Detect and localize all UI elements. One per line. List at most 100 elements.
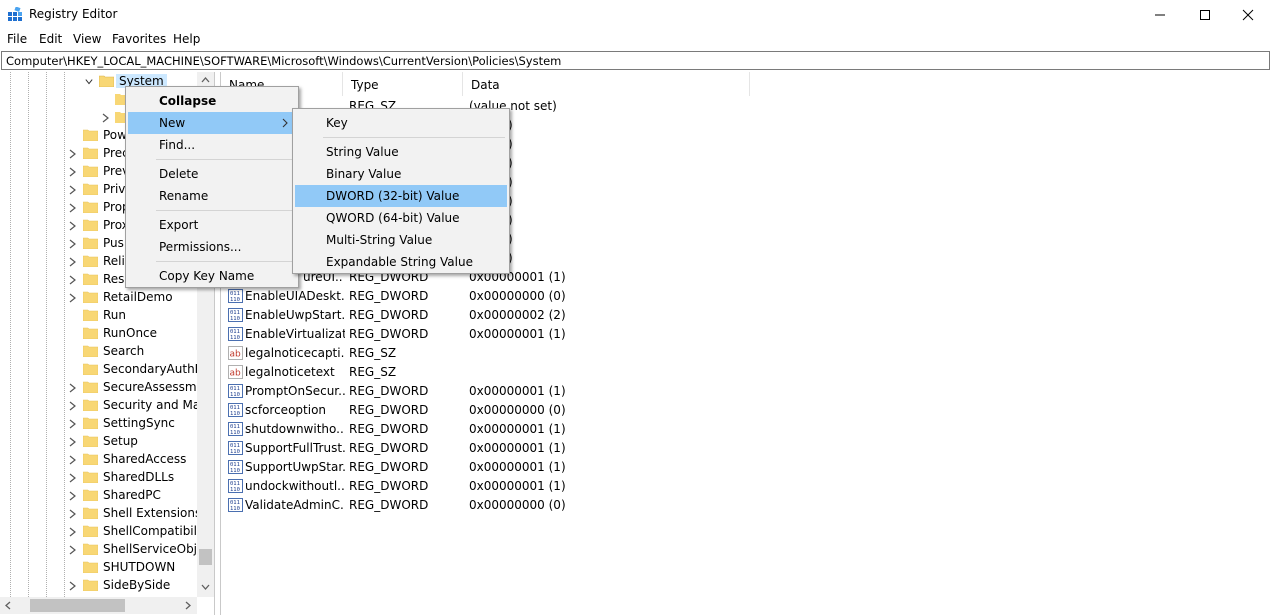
tree-item[interactable]: SharedAccess — [64, 451, 199, 469]
value-data: 0x00000001 (1) — [469, 422, 566, 436]
menu-item-collapse[interactable]: Collapse — [128, 90, 296, 112]
chevron-right-icon[interactable] — [69, 545, 77, 555]
menu-item-copy-key-name[interactable]: Copy Key Name — [128, 265, 296, 287]
value-row[interactable]: 011 110 EnableUwpStart... REG_DWORD 0x000000… — [221, 306, 1271, 325]
tree-item[interactable]: Security and Main — [64, 397, 211, 415]
tree-item-label: Security and Main — [103, 398, 212, 412]
folder-icon — [83, 183, 98, 195]
chevron-right-icon[interactable] — [69, 221, 77, 231]
column-header-type[interactable]: Type — [343, 72, 463, 96]
tree-item-child[interactable] — [100, 91, 130, 109]
minimize-icon — [1155, 14, 1165, 16]
value-row[interactable]: ab legalnoticecapti... REG_SZ — [221, 344, 1271, 363]
chevron-right-icon[interactable] — [69, 527, 77, 537]
tree-item[interactable]: SharedPC — [64, 487, 199, 505]
chevron-down-icon[interactable] — [85, 77, 93, 87]
chevron-right-icon[interactable] — [69, 275, 77, 285]
chevron-right-icon[interactable] — [69, 401, 77, 411]
tree-item[interactable]: SecureAssessment — [64, 379, 214, 397]
value-name: undockwithoutl... — [245, 479, 345, 493]
menu-item-new[interactable]: New — [128, 112, 296, 134]
menu-favorites[interactable]: Favorites — [112, 32, 166, 46]
tree-scroll-thumb[interactable] — [199, 549, 212, 565]
chevron-right-icon[interactable] — [69, 581, 77, 591]
submenu-item-qword-value[interactable]: QWORD (64-bit) Value — [295, 207, 507, 229]
tree-item[interactable]: Search — [64, 343, 199, 361]
maximize-button[interactable] — [1182, 0, 1228, 30]
maximize-icon — [1200, 10, 1210, 20]
value-row[interactable]: 011 110 SupportFullTrust... REG_DWORD 0x0000… — [221, 439, 1271, 458]
chevron-right-icon[interactable] — [69, 185, 77, 195]
chevron-right-icon[interactable] — [69, 455, 77, 465]
value-row[interactable]: 011 110 PromptOnSecur... REG_DWORD 0x0000000… — [221, 382, 1271, 401]
submenu-item-string-value[interactable]: String Value — [295, 141, 507, 163]
value-row[interactable]: 011 110 EnableUIADeskt... REG_DWORD 0x000000… — [221, 287, 1271, 306]
close-button[interactable] — [1225, 0, 1271, 30]
chevron-right-icon[interactable] — [69, 509, 77, 519]
tree-item[interactable]: SecondaryAuthFa — [64, 361, 208, 379]
tree-item[interactable]: SettingSync — [64, 415, 199, 433]
menu-item-find[interactable]: Find... — [128, 134, 296, 156]
value-row[interactable]: 011 110 scforceoption REG_DWORD 0x00000000 (… — [221, 401, 1271, 420]
minimize-button[interactable] — [1137, 0, 1183, 30]
chevron-right-icon[interactable] — [102, 113, 110, 123]
tree-item-label: SHUTDOWN — [103, 560, 176, 574]
svg-text:110: 110 — [230, 411, 240, 417]
menu-help[interactable]: Help — [173, 32, 200, 46]
chevron-right-icon[interactable] — [69, 149, 77, 159]
address-bar[interactable]: Computer\HKEY_LOCAL_MACHINE\SOFTWARE\Mic… — [1, 51, 1270, 70]
menu-item-delete[interactable]: Delete — [128, 163, 296, 185]
submenu-item-binary-value[interactable]: Binary Value — [295, 163, 507, 185]
scroll-right-icon[interactable] — [185, 601, 191, 610]
submenu-item-expandable-string-value[interactable]: Expandable String Value — [295, 251, 507, 273]
scroll-left-icon[interactable] — [5, 601, 11, 610]
tree-hscroll-thumb[interactable] — [30, 599, 125, 612]
scroll-up-icon[interactable] — [201, 77, 210, 83]
tree-item[interactable]: SharedDLLs — [64, 469, 199, 487]
chevron-right-icon[interactable] — [69, 293, 77, 303]
tree-item[interactable]: RetailDemo — [64, 289, 199, 307]
value-row[interactable]: ab legalnoticetext REG_SZ — [221, 363, 1271, 382]
tree-item[interactable]: Shell Extensions — [64, 505, 201, 523]
tree-item-label: ShellCompatibility — [103, 524, 213, 538]
tree-item-label: ShellServiceObjec — [103, 542, 211, 556]
value-row[interactable]: 011 110 ValidateAdminC... REG_DWORD 0x000000… — [221, 496, 1271, 515]
chevron-right-icon[interactable] — [69, 419, 77, 429]
submenu-item-dword-value[interactable]: DWORD (32-bit) Value — [295, 185, 507, 207]
tree-item[interactable]: ShellCompatibility — [64, 523, 212, 541]
submenu-item-multi-string-value[interactable]: Multi-String Value — [295, 229, 507, 251]
menu-item-export[interactable]: Export — [128, 214, 296, 236]
tree-item[interactable]: SideBySide — [64, 577, 199, 595]
tree-item[interactable]: ShellServiceObjec — [64, 541, 211, 559]
chevron-right-icon[interactable] — [69, 203, 77, 213]
chevron-right-icon[interactable] — [69, 473, 77, 483]
chevron-right-icon[interactable] — [69, 239, 77, 249]
chevron-right-icon[interactable] — [69, 167, 77, 177]
value-row[interactable]: 011 110 SupportUwpStar... REG_DWORD 0x000000… — [221, 458, 1271, 477]
value-data: 0x00000001 (1) — [469, 384, 566, 398]
value-data: 0x00000002 (2) — [469, 308, 566, 322]
chevron-right-icon[interactable] — [69, 437, 77, 447]
menu-view[interactable]: View — [73, 32, 101, 46]
tree-item-child[interactable] — [100, 109, 130, 127]
column-header-data[interactable]: Data — [463, 72, 750, 96]
menu-separator — [323, 137, 505, 138]
tree-item[interactable]: Setup — [64, 433, 199, 451]
submenu-item-key[interactable]: Key — [295, 112, 507, 134]
menu-file[interactable]: File — [7, 32, 27, 46]
value-row[interactable]: 011110EnableVirtualizat... REG_DWORD 0x000… — [221, 325, 1271, 344]
tree-item[interactable]: SHUTDOWN — [64, 559, 199, 577]
value-row[interactable]: 011 110 undockwithoutl... REG_DWORD 0x000000… — [221, 477, 1271, 496]
tree-item[interactable]: RunOnce — [64, 325, 199, 343]
menu-item-permissions[interactable]: Permissions... — [128, 236, 296, 258]
menu-edit[interactable]: Edit — [39, 32, 62, 46]
tree-horizontal-scrollbar[interactable] — [0, 597, 197, 614]
chevron-right-icon[interactable] — [69, 383, 77, 393]
scroll-down-icon[interactable] — [201, 584, 210, 590]
chevron-right-icon[interactable] — [69, 491, 77, 501]
svg-text:110: 110 — [230, 487, 240, 493]
value-row[interactable]: 011 110 shutdownwitho... REG_DWORD 0x0000000… — [221, 420, 1271, 439]
chevron-right-icon[interactable] — [69, 257, 77, 267]
menu-item-rename[interactable]: Rename — [128, 185, 296, 207]
tree-item[interactable]: Run — [64, 307, 199, 325]
